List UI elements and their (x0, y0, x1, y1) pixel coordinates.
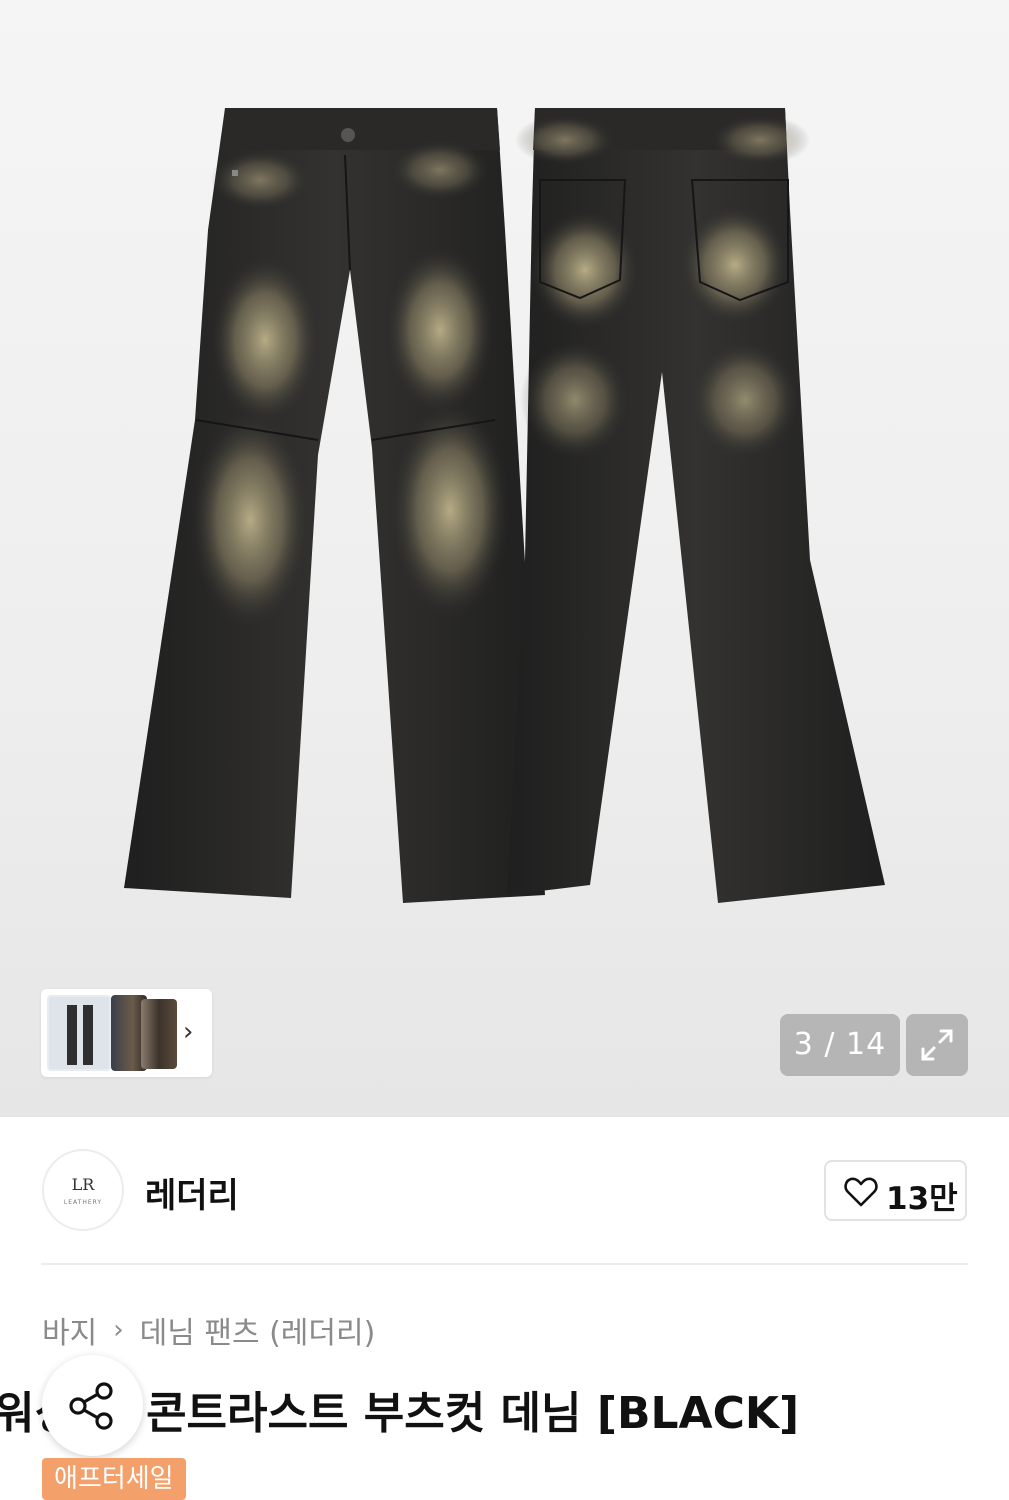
front-jeans (124, 108, 545, 903)
brand-logo-monogram: LR (71, 1175, 95, 1194)
breadcrumb: 바지 › 데님 팬츠 (레더리) (42, 1308, 375, 1352)
thumbnail-strip[interactable]: › (41, 989, 212, 1077)
heart-icon (844, 1177, 878, 1207)
chevron-right-icon[interactable]: › (183, 1017, 193, 1047)
brand-logo-subtext: LEATHERY (63, 1199, 103, 1206)
brand-logo[interactable]: LR LEATHERY (42, 1149, 124, 1231)
product-image-gallery[interactable]: › 3 / 14 (0, 0, 1009, 1117)
expand-button[interactable] (906, 1014, 968, 1076)
share-button[interactable] (42, 1355, 143, 1456)
expand-icon (921, 1029, 953, 1061)
back-jeans (507, 108, 885, 903)
thumbnail-1[interactable] (47, 995, 111, 1071)
product-image (124, 108, 885, 903)
divider (41, 1263, 968, 1265)
thumbnail-3[interactable] (141, 999, 177, 1069)
breadcrumb-item-denim-pants[interactable]: 데님 팬츠 (레더리) (140, 1308, 376, 1352)
breadcrumb-item-pants[interactable]: 바지 (42, 1308, 97, 1352)
like-button[interactable]: 13만 (824, 1160, 967, 1221)
chevron-right-icon: › (113, 1315, 124, 1345)
brand-name[interactable]: 레더리 (145, 1168, 239, 1217)
sale-badge: 애프터세일 (42, 1458, 186, 1500)
image-counter: 3 / 14 (780, 1014, 900, 1076)
product-title: 워싱 지 콘트라스트 부츠컷 데님 [BLACK] (0, 1377, 847, 1441)
share-icon (69, 1382, 113, 1430)
like-count: 13만 (886, 1181, 958, 1217)
